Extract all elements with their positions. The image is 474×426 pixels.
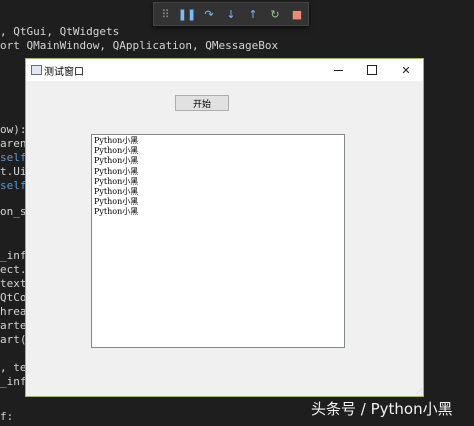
pause-icon[interactable]: ❚❚: [176, 3, 198, 25]
restart-icon[interactable]: ↻: [264, 3, 286, 25]
maximize-icon: [367, 65, 377, 75]
window-title: 测试窗口: [44, 67, 84, 78]
code-line: on_s: [0, 205, 27, 218]
window-titlebar[interactable]: 测试窗口 ✕: [26, 59, 423, 81]
code-line: f:: [0, 410, 14, 423]
code-line: self: [0, 151, 27, 164]
code-line: _inf: [0, 249, 27, 262]
output-line: Python小黑: [94, 136, 139, 145]
drag-grip-icon[interactable]: ⠿: [154, 3, 176, 25]
resize-grip-icon[interactable]: ⋰: [416, 389, 422, 395]
output-line: Python小黑: [94, 166, 139, 176]
minimize-icon: [333, 69, 343, 71]
step-over-icon[interactable]: ↷: [198, 3, 220, 25]
code-line: , QtGui, QtWidgets: [0, 25, 120, 38]
output-textbox[interactable]: Python小黑 Python小黑 Python小黑 Python小黑 Python小黑…: [91, 134, 345, 348]
stop-icon[interactable]: ■: [286, 3, 308, 25]
code-line: art(: [0, 333, 27, 346]
output-line: Python小黑: [94, 197, 139, 207]
code-line: QtCo: [0, 291, 27, 304]
code-line: hrea: [0, 305, 27, 318]
app-icon: [31, 65, 42, 75]
minimize-button[interactable]: [321, 59, 355, 81]
close-icon: ✕: [401, 63, 411, 77]
code-line: text: [0, 277, 27, 290]
debug-toolbar: ⠿ ❚❚ ↷ ↓ ↑ ↻ ■: [153, 2, 309, 26]
code-line: ect.: [0, 263, 27, 276]
code-line: ow):: [0, 123, 27, 136]
code-line: arte: [0, 319, 27, 332]
output-line: Python小黑: [94, 187, 139, 197]
code-line: self: [0, 179, 27, 192]
output-line: Python小黑: [94, 207, 139, 217]
start-button[interactable]: 开始: [175, 95, 229, 111]
watermark: 头条号 / Python小黑: [311, 400, 453, 418]
close-button[interactable]: ✕: [389, 59, 423, 81]
output-line: Python小黑: [94, 156, 139, 166]
screen: { "editor": { "lines": [ {"text": ", QtG…: [0, 0, 474, 426]
test-window: 测试窗口 ✕ 开始 Python小黑 Python小黑 Python小黑 Python…: [25, 58, 424, 397]
step-into-icon[interactable]: ↓: [220, 3, 242, 25]
output-line: Python小黑: [94, 146, 139, 156]
step-out-icon[interactable]: ↑: [242, 3, 264, 25]
code-line: t.Ui: [0, 165, 27, 178]
code-line: , te: [0, 361, 27, 374]
code-line: _inf: [0, 375, 27, 388]
code-line: ort QMainWindow, QApplication, QMessageB…: [0, 39, 279, 52]
maximize-button[interactable]: [355, 59, 389, 81]
output-line: Python小黑: [94, 176, 139, 186]
